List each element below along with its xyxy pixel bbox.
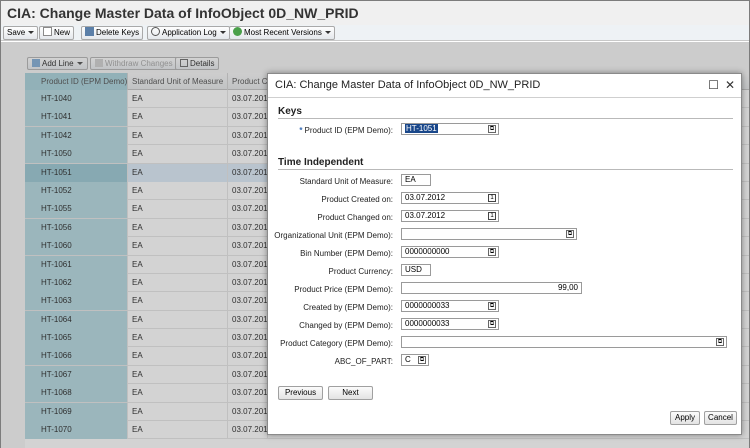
abc-label: ABC_OF_PART: [334, 357, 393, 366]
main-toolbar: Save New Delete Keys Application Log Mos… [1, 25, 749, 41]
next-button[interactable]: Next [328, 386, 373, 400]
page-title: CIA: Change Master Data of InfoObject 0D… [7, 5, 359, 21]
changed-on-field[interactable]: 03.07.2012 1 [401, 210, 499, 222]
value-help-icon[interactable]: ⧉ [418, 356, 426, 364]
currency-label: Product Currency: [328, 267, 393, 276]
price-label: Product Price (EPM Demo): [294, 285, 393, 294]
value-help-icon[interactable]: ⧉ [488, 320, 496, 328]
magnifier-icon [151, 27, 160, 36]
value-help-icon[interactable]: ⧉ [488, 302, 496, 310]
dialog-window-controls: ☐ ✕ [702, 78, 735, 92]
created-by-label: Created by (EPM Demo): [303, 303, 393, 312]
divider [278, 169, 733, 170]
value-help-icon[interactable]: ⧉ [488, 248, 496, 256]
close-icon[interactable]: ✕ [725, 78, 735, 92]
category-label: Product Category (EPM Demo): [280, 339, 393, 348]
dialog-title: CIA: Change Master Data of InfoObject 0D… [275, 79, 541, 91]
new-button[interactable]: New [39, 26, 75, 40]
currency-field[interactable]: USD [401, 264, 431, 276]
category-field[interactable]: ⧉ [401, 336, 727, 348]
time-independent-section-title: Time Independent [278, 157, 364, 168]
chevron-down-icon [28, 31, 35, 34]
versions-icon [233, 27, 242, 36]
changed-by-field[interactable]: 0000000033 ⧉ [401, 318, 499, 330]
save-button[interactable]: Save [3, 26, 39, 40]
divider [278, 118, 733, 119]
std-uom-label: Standard Unit of Measure: [299, 177, 393, 186]
maximize-icon[interactable]: ☐ [708, 78, 719, 92]
price-field[interactable]: 99,00 [401, 282, 582, 294]
changed-on-label: Product Changed on: [317, 213, 393, 222]
chevron-down-icon [219, 31, 226, 34]
cancel-button[interactable]: Cancel [704, 411, 737, 425]
value-help-icon[interactable]: ⧉ [716, 338, 724, 346]
delete-keys-button[interactable]: Delete Keys [81, 26, 144, 40]
required-marker: * [299, 126, 303, 135]
calendar-icon[interactable]: 1 [488, 194, 496, 202]
product-id-field[interactable]: HT-1051 ⧉ [401, 123, 499, 135]
apply-button[interactable]: Apply [670, 411, 700, 425]
created-on-field[interactable]: 03.07.2012 1 [401, 192, 499, 204]
value-help-icon[interactable]: ⧉ [488, 125, 496, 133]
changed-by-label: Changed by (EPM Demo): [299, 321, 393, 330]
org-unit-label: Organizational Unit (EPM Demo): [274, 231, 393, 240]
title-bar: CIA: Change Master Data of InfoObject 0D… [1, 1, 749, 25]
bin-number-label: Bin Number (EPM Demo): [300, 249, 393, 258]
new-document-icon [43, 27, 52, 36]
created-on-label: Product Created on: [321, 195, 393, 204]
created-by-field[interactable]: 0000000033 ⧉ [401, 300, 499, 312]
chevron-down-icon [324, 31, 331, 34]
change-master-data-dialog: CIA: Change Master Data of InfoObject 0D… [267, 73, 742, 435]
trash-icon [85, 27, 94, 36]
calendar-icon[interactable]: 1 [488, 212, 496, 220]
application-log-button[interactable]: Application Log [147, 26, 230, 40]
bin-number-field[interactable]: 0000000000 ⧉ [401, 246, 499, 258]
keys-section-title: Keys [278, 106, 302, 117]
most-recent-versions-button[interactable]: Most Recent Versions [229, 26, 335, 40]
org-unit-field[interactable]: ⧉ [401, 228, 577, 240]
previous-button[interactable]: Previous [278, 386, 323, 400]
value-help-icon[interactable]: ⧉ [566, 230, 574, 238]
product-id-label: * Product ID (EPM Demo): [299, 126, 393, 135]
std-uom-field[interactable]: EA [401, 174, 431, 186]
divider [268, 97, 741, 98]
abc-field[interactable]: C ⧉ [401, 354, 429, 366]
